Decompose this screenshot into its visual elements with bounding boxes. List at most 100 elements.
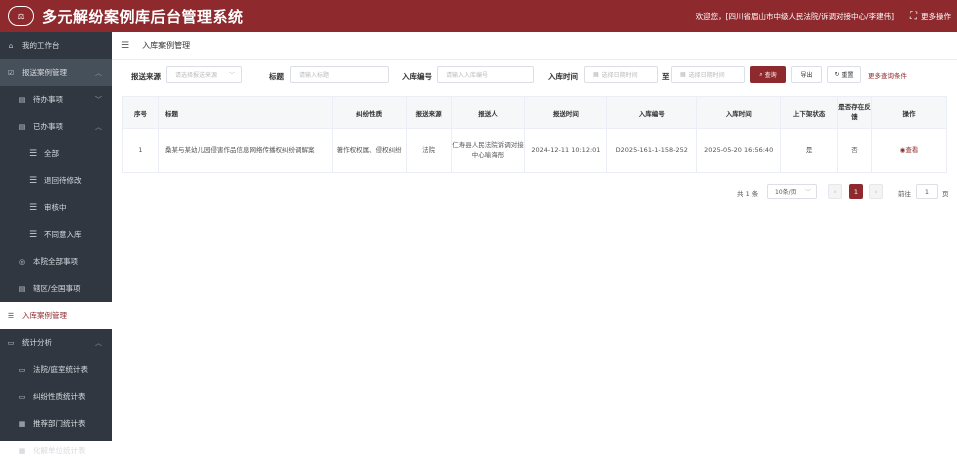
- col-header: 是否存在反馈: [837, 96, 873, 129]
- page-number-current[interactable]: 1: [849, 184, 863, 199]
- total-count: 共 1 条: [737, 190, 759, 198]
- start-placeholder: 选择日期时间: [601, 72, 638, 79]
- export-button[interactable]: 导出: [791, 66, 822, 83]
- sidebar-item-submit-mgmt[interactable]: ☑ 报送案例管理 ︿: [0, 59, 112, 86]
- sidebar-item-returned[interactable]: ☰ 退回待修改: [0, 167, 112, 194]
- sidebar-item-workspace[interactable]: ⌂ 我的工作台: [0, 32, 112, 59]
- filter-bar: 报送来源 请选择报送来源 ﹀ 标题 请输入标题 入库编号 请输入入库编号 入库时…: [112, 66, 957, 86]
- prev-page-button[interactable]: ‹: [828, 184, 842, 199]
- sidebar-item-label: 化解单位统计表: [33, 446, 86, 455]
- top-right-area: 欢迎您，[四川省眉山市中级人民法院/诉调对接中心/李建伟] ⛶ 更多操作: [696, 0, 951, 32]
- sidebar-item-court-all[interactable]: ◎ 本院全部事项: [0, 248, 112, 275]
- start-time-input[interactable]: ▦ 选择日期时间: [584, 66, 658, 83]
- app-title: 多元解纷案例库后台管理系统: [42, 7, 244, 26]
- table-icon: ▭: [18, 365, 26, 374]
- col-header: 入库时间: [696, 96, 782, 129]
- sidebar: ⌂ 我的工作台 ☑ 报送案例管理 ︿ ▤ 待办事项 ﹀ ▤ 已办事项 ︿ ☰ 全…: [0, 32, 112, 455]
- query-button[interactable]: ⌕ 查询: [750, 66, 786, 83]
- code-placeholder: 请输入入库编号: [446, 72, 489, 79]
- to-label: 至: [662, 72, 670, 81]
- sidebar-item-reviewing[interactable]: ☰ 审核中: [0, 194, 112, 221]
- list-icon: ▤: [18, 122, 26, 131]
- case-table: 序号 标题 纠纷性质 报送来源 报送人 报送时间 入库编号 入库时间 上下架状态…: [122, 96, 947, 173]
- menu-list-icon: ☰: [28, 175, 38, 186]
- sidebar-item-label: 不同意入库: [44, 230, 82, 239]
- goto-label: 前往: [898, 190, 911, 198]
- reset-button-label: 重置: [841, 72, 854, 79]
- goto-page-input[interactable]: 1: [916, 184, 938, 199]
- fullscreen-icon[interactable]: ⛶: [910, 11, 917, 22]
- query-button-label: 查询: [764, 72, 777, 79]
- next-page-button[interactable]: ›: [869, 184, 883, 199]
- sidebar-item-todo[interactable]: ▤ 待办事项 ﹀: [0, 86, 112, 113]
- end-time-input[interactable]: ▦ 选择日期时间: [671, 66, 745, 83]
- sidebar-item-label: 统计分析: [22, 338, 52, 347]
- sidebar-item-label: 审核中: [44, 203, 67, 212]
- more-ops-link[interactable]: 更多操作: [921, 11, 951, 22]
- welcome-text: 欢迎您，[四川省眉山市中级人民法院/诉调对接中心/李建伟]: [695, 11, 894, 21]
- sidebar-item-label: 纠纷性质统计表: [33, 392, 86, 401]
- menu-list-icon: ☰: [7, 311, 15, 320]
- page-title: 入库案例管理: [142, 41, 191, 50]
- collapse-menu-icon[interactable]: ☰: [121, 41, 129, 51]
- top-bar: ⚖ 多元解纷案例库后台管理系统 欢迎您，[四川省眉山市中级人民法院/诉调对接中心…: [0, 0, 957, 32]
- sidebar-item-label: 入库案例管理: [22, 311, 67, 320]
- title-placeholder: 请输入标题: [299, 72, 330, 79]
- cell-store-time: 2025-05-20 16:56:40: [696, 128, 782, 173]
- title-input[interactable]: 请输入标题: [290, 66, 389, 83]
- sidebar-item-label: 本院全部事项: [33, 257, 78, 266]
- sidebar-item-label: 已办事项: [33, 122, 63, 131]
- source-label: 报送来源: [131, 72, 161, 81]
- col-header: 上下架状态: [780, 96, 839, 129]
- col-header: 报送时间: [524, 96, 608, 129]
- col-header: 报送人: [450, 96, 526, 129]
- col-header: 报送来源: [405, 96, 452, 129]
- sidebar-item-stat-nature[interactable]: ▭ 纠纷性质统计表: [0, 383, 112, 410]
- sidebar-item-stat-unit[interactable]: ▦ 化解单位统计表: [0, 437, 112, 464]
- chevron-up-icon: ︿: [95, 338, 102, 347]
- cell-code: D2025-161-1-158-252: [606, 128, 698, 173]
- table-row: 1 桑某与某幼儿园侵害作品信息网络传播权纠纷调解案 著作权权属、侵权纠纷 法院 …: [122, 128, 947, 173]
- search-icon: ⌕: [759, 70, 763, 78]
- source-select[interactable]: 请选择报送来源 ﹀: [166, 66, 242, 83]
- sidebar-item-warehouse-mgmt[interactable]: ☰ 入库案例管理: [0, 302, 112, 329]
- cell-source: 法院: [405, 128, 452, 173]
- table-header-row: 序号 标题 纠纷性质 报送来源 报送人 报送时间 入库编号 入库时间 上下架状态…: [122, 96, 947, 129]
- grid-icon: ▦: [18, 419, 26, 428]
- list-icon: ▤: [18, 95, 26, 104]
- title-label: 标题: [269, 72, 284, 81]
- time-label: 入库时间: [548, 72, 578, 81]
- col-header: 标题: [157, 96, 333, 129]
- view-link[interactable]: ◉查看: [900, 146, 919, 154]
- cell-no: 1: [122, 128, 159, 173]
- sidebar-item-done[interactable]: ▤ 已办事项 ︿: [0, 113, 112, 140]
- sidebar-item-stat-court[interactable]: ▭ 法院/庭室统计表: [0, 356, 112, 383]
- code-input[interactable]: 请输入入库编号: [437, 66, 534, 83]
- page-size-select[interactable]: 10条/页 ﹀: [767, 184, 817, 199]
- source-placeholder: 请选择报送来源: [175, 72, 218, 79]
- chevron-up-icon: ︿: [95, 122, 102, 131]
- main-content: ☰ 入库案例管理 报送来源 请选择报送来源 ﹀ 标题 请输入标题 入库编号 请输…: [112, 32, 957, 441]
- sidebar-item-label: 法院/庭室统计表: [33, 365, 89, 374]
- sidebar-item-label: 推荐部门统计表: [33, 419, 86, 428]
- cell-title: 桑某与某幼儿园侵害作品信息网络传播权纠纷调解案: [157, 128, 333, 173]
- menu-list-icon: ☰: [28, 148, 38, 159]
- col-header: 纠纷性质: [331, 96, 407, 129]
- page-size-value: 10条/页: [775, 189, 797, 196]
- monitor-icon: ▭: [7, 338, 15, 347]
- sidebar-item-stats[interactable]: ▭ 统计分析 ︿: [0, 329, 112, 356]
- calendar-icon: ▦: [680, 71, 686, 78]
- col-header: 操作: [871, 96, 947, 129]
- refresh-icon: ↻: [834, 71, 840, 78]
- home-icon: ⌂: [8, 41, 14, 50]
- more-conditions-link[interactable]: 更多查询条件: [868, 70, 907, 80]
- sidebar-item-rejected[interactable]: ☰ 不同意入库: [0, 221, 112, 248]
- sidebar-item-stat-dept[interactable]: ▦ 推荐部门统计表: [0, 410, 112, 437]
- court-logo-icon: ⚖: [8, 6, 34, 26]
- sidebar-item-region-all[interactable]: ▤ 辖区/全国事项: [0, 275, 112, 302]
- calendar-icon: ▦: [593, 71, 599, 78]
- reset-button[interactable]: ↻ 重置: [827, 66, 861, 83]
- sidebar-item-all[interactable]: ☰ 全部: [0, 140, 112, 167]
- sidebar-item-label: 退回待修改: [44, 176, 82, 185]
- cell-nature: 著作权权属、侵权纠纷: [331, 128, 407, 173]
